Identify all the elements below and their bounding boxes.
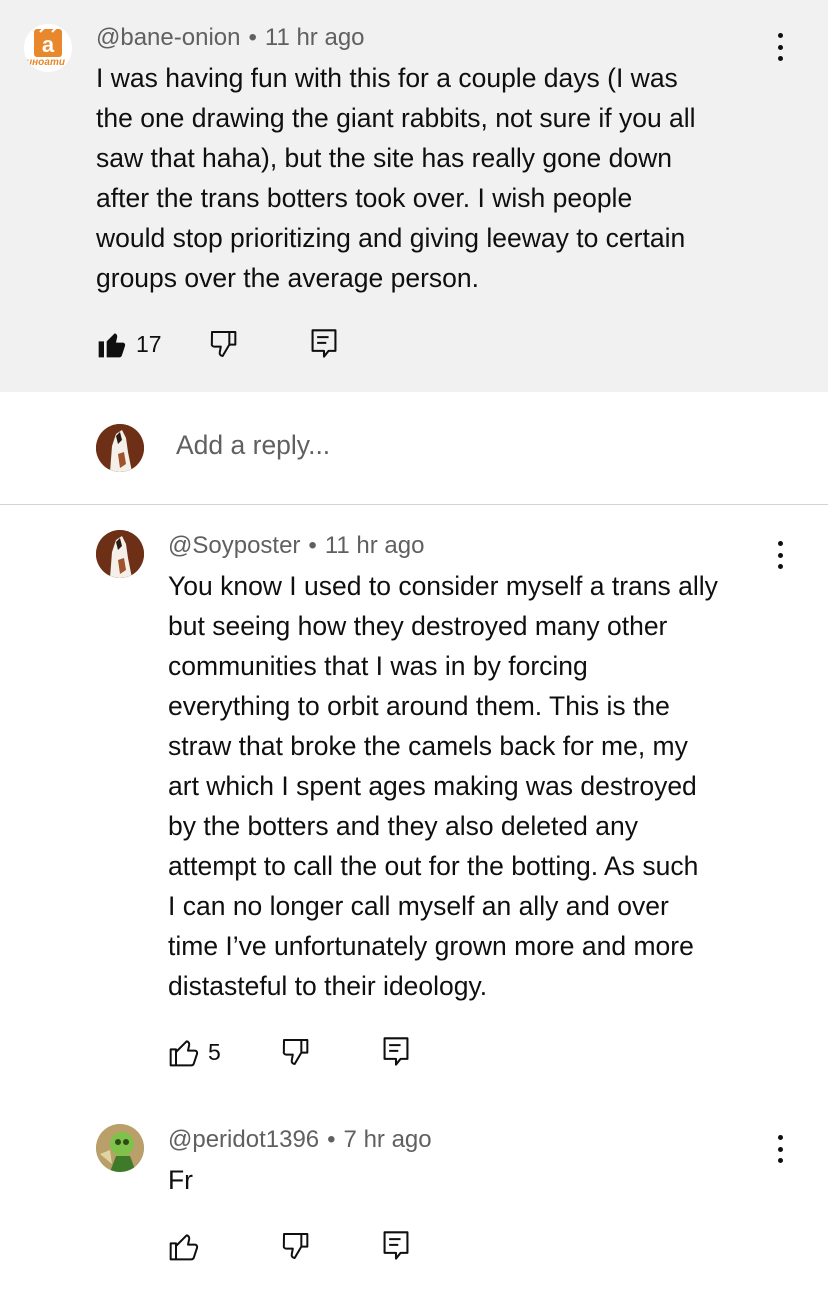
thumbs-up-icon xyxy=(169,1234,199,1261)
add-reply-row: Add a reply... xyxy=(0,392,828,505)
avatar[interactable]: a иноати xyxy=(24,24,72,72)
like-count: 17 xyxy=(136,331,162,357)
author-handle[interactable]: @Soyposter xyxy=(168,532,300,559)
thumbs-up-filled-icon xyxy=(98,333,126,358)
like-count: 5 xyxy=(208,1039,221,1065)
reply-button[interactable] xyxy=(382,1036,410,1068)
reply-button[interactable] xyxy=(310,328,338,360)
reply-comment-icon xyxy=(311,329,337,358)
reply-meta: @Soyposter • 11 hr ago xyxy=(168,532,425,559)
svg-text:a: a xyxy=(42,32,55,57)
reply-meta: @peridot1396 • 7 hr ago xyxy=(168,1126,432,1153)
reply-text: Fr xyxy=(168,1165,194,1195)
avatar[interactable] xyxy=(96,530,144,578)
comment-meta: @bane-onion • 11 hr ago xyxy=(96,24,365,51)
dislike-button[interactable] xyxy=(280,1036,312,1068)
dislike-button[interactable] xyxy=(280,1230,312,1262)
thumbs-down-icon xyxy=(282,1039,309,1065)
timestamp: 11 hr ago xyxy=(324,532,425,559)
like-button[interactable] xyxy=(168,1230,200,1262)
reply-button[interactable] xyxy=(382,1230,410,1262)
like-button[interactable] xyxy=(168,1036,200,1068)
comment-text: I was having fun with this for a couple … xyxy=(96,63,696,293)
thumbs-down-icon xyxy=(282,1233,309,1259)
avatar[interactable] xyxy=(96,1124,144,1172)
timestamp: 11 hr ago xyxy=(264,24,365,51)
reply-comment-icon xyxy=(383,1231,409,1260)
author-handle[interactable]: @bane-onion xyxy=(96,24,240,51)
author-handle[interactable]: @peridot1396 xyxy=(168,1126,319,1153)
avatar-logo-text: иноати xyxy=(26,57,65,68)
add-reply-input[interactable]: Add a reply... xyxy=(176,430,330,461)
dislike-button[interactable] xyxy=(208,328,240,360)
reply-text: You know I used to consider myself a tra… xyxy=(168,571,718,1001)
reply-comment-icon xyxy=(383,1037,409,1066)
like-button[interactable] xyxy=(96,328,128,360)
thumbs-down-icon xyxy=(210,331,237,357)
highlighted-comment: a иноати @bane-onion • 11 hr ago I was hav… xyxy=(0,0,828,392)
thumbs-up-icon xyxy=(169,1040,199,1067)
timestamp: 7 hr ago xyxy=(343,1126,432,1153)
user-avatar[interactable] xyxy=(96,424,144,472)
